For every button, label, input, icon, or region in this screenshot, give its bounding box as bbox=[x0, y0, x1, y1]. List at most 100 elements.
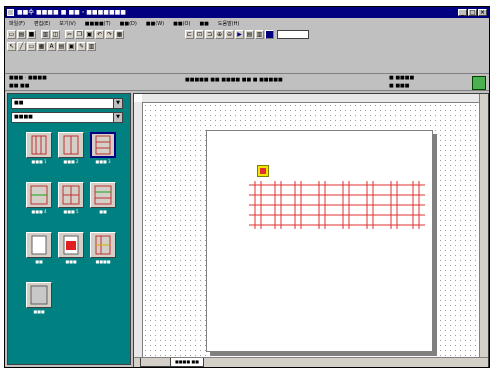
template-tile[interactable] bbox=[58, 132, 84, 158]
template-tile[interactable] bbox=[26, 232, 52, 258]
cut-icon[interactable]: ✂ bbox=[65, 30, 74, 39]
minimize-icon[interactable]: _ bbox=[458, 9, 467, 16]
color-icon[interactable] bbox=[265, 30, 274, 39]
selected-element[interactable] bbox=[257, 165, 269, 177]
tile-label: ■■■ 5 bbox=[63, 209, 79, 214]
report-page[interactable] bbox=[206, 130, 433, 352]
hint-text: ■■■■■ ■■ ■■■■ ■■ ■ ■■■■■ bbox=[185, 77, 283, 83]
copy-icon[interactable]: ❐ bbox=[75, 30, 84, 39]
subcategory-select[interactable]: ■■■■ ▼ bbox=[11, 112, 123, 123]
menu-item-6[interactable]: ■■(W) bbox=[146, 21, 164, 27]
field-icon[interactable]: ▤ bbox=[57, 42, 66, 51]
grid-layout-icon bbox=[63, 135, 79, 155]
line-icon[interactable]: ╱ bbox=[17, 42, 26, 51]
window-title: ■■수 ■■■■ ■ ■■ · ■■■■■■■ bbox=[17, 9, 126, 16]
apply-button[interactable] bbox=[472, 76, 486, 90]
menu-item-7[interactable]: ■■(O) bbox=[173, 21, 190, 27]
tile-label: ■■■ 2 bbox=[63, 159, 79, 164]
save-icon[interactable]: ■ bbox=[27, 30, 36, 39]
template-panel: ■■ ▼ ■■■■ ▼ ■■■ 1 ■■■ 2 ■■■ 3 ■■■ 4 ■■■ … bbox=[7, 93, 131, 365]
template-tile[interactable] bbox=[90, 182, 116, 208]
zoom-info: ■ ■■■ bbox=[389, 83, 410, 89]
table-icon[interactable]: ▦ bbox=[37, 42, 46, 51]
title-bar: ■■수 ■■■■ ■ ■■ · ■■■■■■■ _ □ × bbox=[5, 7, 489, 18]
align-center-icon[interactable]: ⊡ bbox=[195, 30, 204, 39]
red-table-grid[interactable] bbox=[249, 181, 425, 229]
report-icon[interactable]: ▤ bbox=[245, 30, 254, 39]
grid-layout-icon bbox=[95, 135, 111, 155]
tile-label: ■■■ 4 bbox=[31, 209, 47, 214]
print-icon[interactable]: ▥ bbox=[41, 30, 50, 39]
category-select[interactable]: ■■ ▼ bbox=[11, 98, 123, 109]
size-label: ■■ ■■ bbox=[9, 83, 30, 89]
horizontal-scrollbar[interactable]: ■■■■ ■■ bbox=[134, 357, 488, 367]
template-tile[interactable] bbox=[26, 282, 52, 308]
subcategory-value: ■■■■ bbox=[14, 114, 33, 120]
undo-icon[interactable]: ↶ bbox=[95, 30, 104, 39]
tile-label: ■■ bbox=[35, 259, 43, 264]
app-icon bbox=[7, 9, 14, 16]
menu-edit[interactable]: 편집(E) bbox=[34, 20, 50, 27]
new-icon[interactable]: ▭ bbox=[7, 30, 16, 39]
menu-bar: 파일(F) 편집(E) 보기(V) ■■■■(T) ■■(D) ■■(W) ■■… bbox=[5, 19, 489, 28]
template-tile-selected[interactable] bbox=[90, 132, 116, 158]
design-canvas[interactable]: ■■■■ ■■ bbox=[133, 93, 489, 367]
run-icon[interactable]: ▶ bbox=[235, 30, 244, 39]
template-tile[interactable] bbox=[58, 232, 84, 258]
standard-toolbar: ▭ ▤ ■ ▥ ◫ ✂ ❐ ▣ ↶ ↷ ▦ ⊏ ⊡ ⊐ ⊕ ⊖ ▶ ▤ ▥ bbox=[7, 29, 487, 40]
tile-label: ■■■■ bbox=[95, 259, 111, 264]
chart-icon[interactable]: ▥ bbox=[87, 42, 96, 51]
paste-icon[interactable]: ▣ bbox=[85, 30, 94, 39]
menu-file[interactable]: 파일(F) bbox=[9, 20, 25, 27]
maximize-icon[interactable]: □ bbox=[468, 9, 477, 16]
menu-item-5[interactable]: ■■(D) bbox=[120, 21, 137, 27]
grid-icon[interactable]: ▦ bbox=[115, 30, 124, 39]
template-tile[interactable] bbox=[26, 132, 52, 158]
page-info: ■ ■■■■ bbox=[389, 75, 415, 81]
tile-label: ■■■ bbox=[65, 259, 77, 264]
template-tile[interactable] bbox=[58, 182, 84, 208]
zoom-out-icon[interactable]: ⊖ bbox=[225, 30, 234, 39]
pen-icon[interactable]: ✎ bbox=[77, 42, 86, 51]
sheet-tab[interactable]: ■■■■ ■■ bbox=[170, 358, 204, 367]
grid-layout-icon bbox=[94, 185, 112, 205]
blank-page-icon bbox=[31, 235, 47, 255]
grid-layout-icon bbox=[95, 235, 111, 255]
drawing-toolbar: ↖ ╱ ▭ ▦ A ▤ ▣ ✎ ▥ bbox=[7, 41, 157, 52]
menu-view[interactable]: 보기(V) bbox=[59, 20, 76, 27]
chevron-down-icon[interactable]: ▼ bbox=[113, 99, 122, 108]
rectangle-icon[interactable]: ▭ bbox=[27, 42, 36, 51]
menu-item-8[interactable]: ■■ bbox=[199, 21, 208, 27]
grid-layout-icon bbox=[30, 185, 48, 205]
close-icon[interactable]: × bbox=[478, 9, 487, 16]
horizontal-ruler bbox=[142, 94, 480, 103]
open-icon[interactable]: ▤ bbox=[17, 30, 26, 39]
tile-label: ■■■ 1 bbox=[31, 159, 47, 164]
app-window: ■■수 ■■■■ ■ ■■ · ■■■■■■■ _ □ × 파일(F) 편집(E… bbox=[4, 6, 490, 368]
zoom-combo[interactable] bbox=[277, 30, 309, 39]
property-bar: ■■■ · ■■■■ ■■ ■■ ■■■■■ ■■ ■■■■ ■■ ■ ■■■■… bbox=[5, 73, 489, 91]
layout-icon[interactable]: ▥ bbox=[255, 30, 264, 39]
preview-icon[interactable]: ◫ bbox=[51, 30, 60, 39]
zoom-in-icon[interactable]: ⊕ bbox=[215, 30, 224, 39]
menu-item-4[interactable]: ■■■■(T) bbox=[85, 21, 111, 27]
filled-block-icon bbox=[63, 235, 79, 255]
vertical-ruler bbox=[134, 102, 143, 358]
pointer-icon[interactable]: ↖ bbox=[7, 42, 16, 51]
align-left-icon[interactable]: ⊏ bbox=[185, 30, 194, 39]
chevron-down-icon[interactable]: ▼ bbox=[113, 113, 122, 122]
template-tile[interactable] bbox=[90, 232, 116, 258]
redo-icon[interactable]: ↷ bbox=[105, 30, 114, 39]
coords-label: ■■■ · ■■■■ bbox=[9, 75, 47, 81]
element-handle bbox=[260, 168, 266, 174]
tile-label: ■■■ 3 bbox=[95, 159, 111, 164]
menu-help[interactable]: 도움말(H) bbox=[218, 20, 239, 27]
grid-layout-icon bbox=[62, 185, 80, 205]
vertical-scrollbar[interactable] bbox=[479, 94, 488, 358]
grid-layout-icon bbox=[31, 135, 47, 155]
image-icon[interactable]: ▣ bbox=[67, 42, 76, 51]
template-tile[interactable] bbox=[26, 182, 52, 208]
align-right-icon[interactable]: ⊐ bbox=[205, 30, 214, 39]
tile-label: ■■ bbox=[99, 209, 107, 214]
text-icon[interactable]: A bbox=[47, 42, 56, 51]
